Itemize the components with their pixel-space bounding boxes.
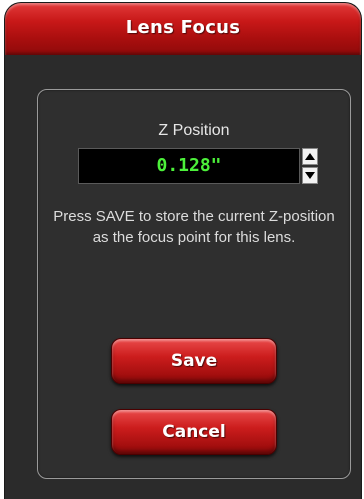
dialog-title: Lens Focus: [125, 17, 241, 38]
z-position-field[interactable]: 0.128": [78, 148, 300, 184]
cancel-button[interactable]: Cancel: [111, 409, 277, 455]
z-position-value: 0.128": [156, 155, 222, 176]
z-position-stepper[interactable]: [302, 148, 318, 184]
focus-panel: Z Position 0.128" Press SAVE to store th…: [37, 89, 351, 479]
arrow-up-icon: [305, 153, 315, 160]
z-position-label: Z Position: [158, 122, 230, 139]
save-button-label: Save: [170, 351, 218, 371]
step-down-button[interactable]: [302, 167, 318, 184]
arrow-down-icon: [305, 172, 315, 179]
cancel-button-label: Cancel: [162, 422, 226, 442]
help-text: Press SAVE to store the current Z-positi…: [53, 208, 335, 246]
lens-focus-dialog: Lens Focus Z Position 0.128" Press SAVE …: [5, 3, 361, 499]
title-bar[interactable]: Lens Focus: [5, 3, 361, 55]
step-up-button[interactable]: [302, 148, 318, 165]
save-button[interactable]: Save: [111, 338, 277, 384]
